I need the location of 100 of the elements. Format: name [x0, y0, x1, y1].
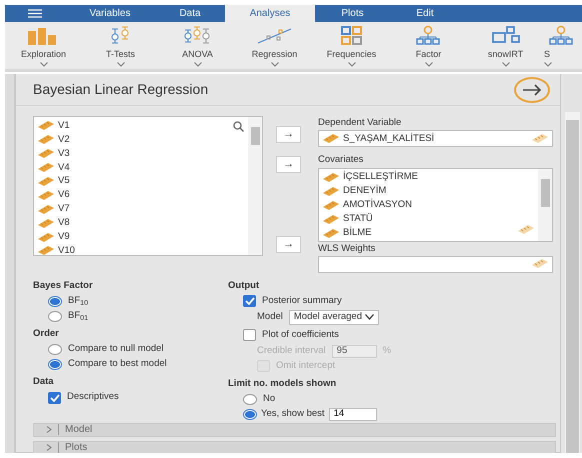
chevron-icon	[46, 426, 52, 434]
chevron-icon	[348, 62, 356, 66]
option-label: Descriptives	[67, 390, 119, 404]
toolbar-button[interactable]: T-Tests	[82, 22, 159, 69]
checkbox[interactable]	[243, 329, 256, 341]
ruler-icon	[323, 214, 339, 224]
option-label: Yes, show best	[261, 407, 325, 422]
variable-item[interactable]: BİLME	[343, 226, 372, 240]
variable-item[interactable]: V2	[58, 132, 70, 147]
ruler-icon	[323, 228, 339, 238]
arrow-button[interactable]: →	[276, 156, 301, 173]
chevron-icon	[502, 62, 510, 66]
variable-item[interactable]: V4	[58, 160, 70, 175]
chevron-icon	[40, 62, 48, 66]
section-heading: Order	[33, 327, 60, 341]
radio-button[interactable]	[48, 358, 62, 370]
ruler-icon	[38, 177, 54, 186]
arrow-icon	[522, 84, 542, 96]
ruler-icon	[323, 172, 339, 182]
option-label: Plot of coefficients	[262, 328, 339, 342]
collapsible-section[interactable]: Model	[33, 422, 556, 437]
variable-item[interactable]: V7	[58, 202, 70, 216]
dependent-variable-field[interactable]: S_YAŞAM_KALİTESİ	[318, 130, 553, 148]
variable-item[interactable]: V5	[58, 174, 70, 189]
variable-item[interactable]: V6	[58, 188, 70, 203]
radio-button[interactable]	[243, 408, 257, 420]
ruler-icon	[38, 121, 54, 130]
ruler-icon	[38, 246, 54, 255]
ruler-icon	[518, 225, 534, 234]
variable-item[interactable]: DENEYİM	[343, 184, 386, 198]
option-label: No	[263, 392, 276, 406]
menu-tab[interactable]: Analyses	[225, 5, 315, 22]
ruler-icon	[323, 186, 339, 196]
analysis-title: Bayesian Linear Regression	[33, 80, 208, 99]
toolbar-button[interactable]: snowIRT	[467, 22, 544, 69]
ruler-icon	[38, 190, 54, 200]
option-label: BF$_{01}$	[68, 308, 88, 324]
ruler-icon	[323, 134, 339, 144]
option-label: Compare to null model	[68, 342, 164, 356]
toolbar-button[interactable]: Factor	[390, 22, 467, 69]
option-label: Compare to best model	[68, 357, 167, 372]
toolbar-button[interactable]: Frequencies	[313, 22, 390, 69]
ruler-icon	[38, 163, 54, 172]
variable-item[interactable]: AMOTİVASYON	[343, 198, 412, 212]
menu-tab[interactable]: Edit	[390, 5, 460, 22]
ruler-icon	[532, 134, 548, 143]
option-label: Posterior summary	[262, 294, 342, 308]
radio-button[interactable]	[48, 344, 62, 355]
chevron-icon	[46, 444, 52, 452]
option-label: Omit intercept	[276, 358, 336, 373]
menu-tab[interactable]: Data	[155, 5, 225, 22]
search-icon[interactable]	[233, 120, 244, 132]
ruler-icon	[38, 232, 54, 242]
toolbar-button[interactable]: Exploration	[5, 22, 82, 69]
chevron-icon	[424, 62, 432, 66]
chevron-icon	[544, 62, 552, 66]
checkbox[interactable]	[243, 295, 256, 307]
run-button[interactable]	[514, 76, 550, 102]
arrow-button[interactable]: →	[276, 126, 301, 143]
chevron-icon	[116, 62, 124, 66]
checkbox[interactable]	[48, 392, 61, 404]
menu-tab[interactable]: Plots	[315, 5, 390, 22]
field-label: Covariates	[318, 153, 364, 168]
unit-label: %	[382, 344, 392, 358]
radio-button[interactable]	[48, 296, 62, 306]
field-label: WLS Weights	[318, 242, 376, 256]
variable-item[interactable]: V1	[58, 118, 70, 134]
scrollbar[interactable]	[538, 168, 552, 240]
field-label: Model	[257, 310, 283, 324]
ruler-icon	[38, 135, 54, 144]
field-label: Credible interval	[257, 344, 326, 358]
variable-item[interactable]: İÇSELLEŞTİRME	[343, 170, 418, 185]
chevron-icon	[194, 62, 202, 66]
chevron-icon	[365, 314, 374, 320]
variable-item[interactable]: V3	[58, 146, 70, 161]
variable-item[interactable]: V9	[58, 230, 70, 244]
section-heading: Limit no. models shown	[228, 377, 338, 391]
section-heading: Output	[228, 278, 260, 293]
variable-item[interactable]: STATÜ	[343, 212, 373, 226]
collapsible-section[interactable]: Plots	[33, 440, 556, 453]
toolbar-button[interactable]: ANOVA	[159, 22, 236, 69]
section-heading: Bayes Factor	[33, 278, 94, 293]
menu-tab[interactable]: Variables	[65, 5, 155, 22]
ruler-icon	[323, 200, 339, 210]
ruler-icon	[532, 259, 548, 268]
model-dropdown[interactable]: Model averaged	[288, 310, 380, 324]
option-label: BF$_{10}$	[68, 294, 88, 308]
variable-item[interactable]: V10	[58, 244, 75, 255]
scrollbar[interactable]	[248, 117, 262, 255]
toolbar-button[interactable]: S	[544, 22, 580, 69]
number-field[interactable]: 14	[328, 408, 377, 421]
radio-button[interactable]	[48, 310, 62, 322]
scrollbar[interactable]	[565, 112, 580, 453]
wls-weights-field[interactable]	[318, 256, 553, 273]
arrow-button[interactable]: →	[276, 236, 301, 253]
variable-item[interactable]: V8	[58, 216, 70, 230]
toolbar-button[interactable]: Regression	[236, 22, 313, 69]
ruler-icon	[38, 204, 54, 214]
radio-button[interactable]	[243, 394, 257, 405]
section-heading: Data	[33, 375, 55, 390]
